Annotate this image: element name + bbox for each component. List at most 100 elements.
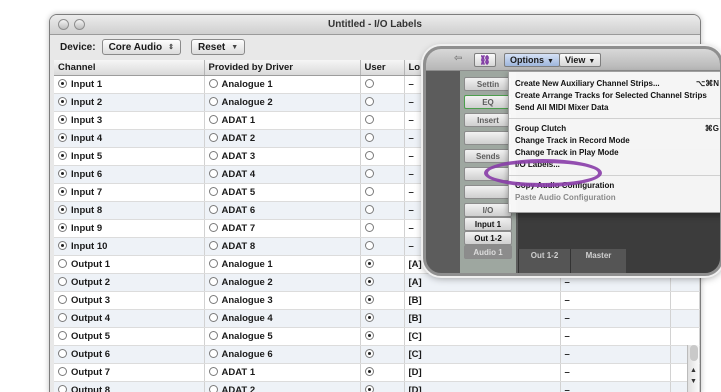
radio-button[interactable] [364, 150, 374, 160]
cell-user[interactable] [360, 309, 405, 328]
cell-short-label[interactable]: – [560, 291, 671, 310]
cell-channel[interactable]: Output 5 [54, 327, 205, 346]
radio-button[interactable] [208, 258, 218, 268]
view-menu-button[interactable]: View ▼ [559, 53, 602, 67]
options-menu-button[interactable]: Options ▼ [504, 53, 560, 67]
strip-settings-button[interactable]: Settin [464, 77, 512, 91]
radio-button[interactable] [208, 114, 218, 124]
cell-user[interactable] [360, 219, 405, 238]
cell-user[interactable] [360, 147, 405, 166]
menu-item-create-arrange-tracks[interactable]: Create Arrange Tracks for Selected Chann… [515, 91, 707, 100]
cell-channel[interactable]: Input 10 [54, 237, 205, 256]
radio-button[interactable] [58, 78, 67, 88]
cell-user[interactable] [360, 363, 405, 382]
cell-user[interactable] [360, 111, 405, 130]
radio-button[interactable] [364, 276, 374, 286]
cell-driver[interactable]: ADAT 8 [204, 237, 361, 256]
menu-item-send-midi-mixer-data[interactable]: Send All MIDI Mixer Data [515, 103, 609, 112]
radio-button[interactable] [364, 114, 374, 124]
scroll-thumb[interactable] [690, 345, 698, 361]
table-row[interactable]: Output 5 Analogue 5 [C] – [54, 327, 700, 346]
radio-button[interactable] [208, 276, 218, 286]
cell-driver[interactable]: Analogue 1 [204, 255, 361, 274]
cell-long-label[interactable]: [C] [404, 327, 561, 346]
radio-button[interactable] [208, 348, 218, 358]
cell-channel[interactable]: Input 7 [54, 183, 205, 202]
strip-slot-button[interactable] [464, 185, 512, 199]
radio-button[interactable] [364, 240, 374, 250]
cell-user[interactable] [360, 327, 405, 346]
radio-button[interactable] [58, 96, 67, 106]
cell-short-label[interactable]: – [560, 345, 671, 364]
radio-button[interactable] [364, 222, 374, 232]
radio-button[interactable] [208, 222, 218, 232]
column-header-driver[interactable]: Provided by Driver [204, 60, 361, 76]
radio-button[interactable] [208, 330, 218, 340]
radio-button[interactable] [208, 312, 218, 322]
cell-driver[interactable]: ADAT 1 [204, 363, 361, 382]
radio-button[interactable] [58, 114, 67, 124]
cell-channel[interactable]: Input 1 [54, 75, 205, 94]
column-header-channel[interactable]: Channel [54, 60, 205, 76]
radio-button[interactable] [58, 312, 67, 322]
strip-insert-button[interactable]: Insert [464, 113, 512, 127]
radio-button[interactable] [58, 168, 67, 178]
menu-item-change-track-record[interactable]: Change Track in Record Mode [515, 136, 630, 145]
cell-channel[interactable]: Output 8 [54, 381, 205, 392]
cell-user[interactable] [360, 75, 405, 94]
cell-channel[interactable]: Input 4 [54, 129, 205, 148]
cell-extra[interactable] [670, 327, 700, 346]
radio-button[interactable] [364, 312, 374, 322]
cell-channel[interactable]: Input 6 [54, 165, 205, 184]
cell-user[interactable] [360, 93, 405, 112]
table-row[interactable]: Output 4 Analogue 4 [B] – [54, 309, 700, 328]
cell-channel[interactable]: Output 6 [54, 345, 205, 364]
cell-channel[interactable]: Input 5 [54, 147, 205, 166]
table-row[interactable]: Output 6 Analogue 6 [C] – [54, 345, 700, 364]
cell-long-label[interactable]: [B] [404, 291, 561, 310]
menu-item-create-aux-strips[interactable]: Create New Auxiliary Channel Strips... [515, 79, 660, 88]
strip-sends-button[interactable]: Sends [464, 149, 512, 163]
arrow-tool-icon[interactable]: ⇦ [454, 53, 462, 64]
radio-button[interactable] [208, 204, 218, 214]
radio-button[interactable] [208, 132, 218, 142]
cell-user[interactable] [360, 255, 405, 274]
cell-driver[interactable]: Analogue 4 [204, 309, 361, 328]
cell-user[interactable] [360, 165, 405, 184]
cell-channel[interactable]: Output 3 [54, 291, 205, 310]
minimize-button[interactable] [74, 19, 85, 30]
cell-driver[interactable]: ADAT 2 [204, 381, 361, 392]
cell-driver[interactable]: ADAT 4 [204, 165, 361, 184]
radio-button[interactable] [208, 78, 218, 88]
cell-channel[interactable]: Output 2 [54, 273, 205, 292]
cell-user[interactable] [360, 291, 405, 310]
radio-button[interactable] [364, 384, 374, 392]
radio-button[interactable] [208, 168, 218, 178]
radio-button[interactable] [208, 240, 218, 250]
cell-extra[interactable] [670, 309, 700, 328]
cell-driver[interactable]: Analogue 5 [204, 327, 361, 346]
radio-button[interactable] [58, 294, 67, 304]
cell-short-label[interactable]: – [560, 309, 671, 328]
cell-channel[interactable]: Input 9 [54, 219, 205, 238]
strip-eq-button[interactable]: EQ [464, 95, 512, 109]
vertical-scrollbar[interactable]: ▲ ▼ [687, 345, 699, 392]
radio-button[interactable] [58, 330, 67, 340]
cell-driver[interactable]: Analogue 2 [204, 93, 361, 112]
menu-item-change-track-play[interactable]: Change Track in Play Mode [515, 148, 619, 157]
radio-button[interactable] [364, 294, 374, 304]
radio-button[interactable] [208, 150, 218, 160]
table-row[interactable]: Output 7 ADAT 1 [D] – [54, 363, 700, 382]
cell-driver[interactable]: Analogue 2 [204, 273, 361, 292]
cell-channel[interactable]: Output 1 [54, 255, 205, 274]
cell-user[interactable] [360, 129, 405, 148]
title-bar[interactable]: Untitled - I/O Labels [50, 15, 700, 35]
cell-channel[interactable]: Input 2 [54, 93, 205, 112]
cell-long-label[interactable]: [B] [404, 309, 561, 328]
radio-button[interactable] [364, 168, 374, 178]
cell-channel[interactable]: Input 8 [54, 201, 205, 220]
radio-button[interactable] [58, 348, 67, 358]
radio-button[interactable] [58, 186, 67, 196]
cell-driver[interactable]: ADAT 5 [204, 183, 361, 202]
cell-channel[interactable]: Output 7 [54, 363, 205, 382]
